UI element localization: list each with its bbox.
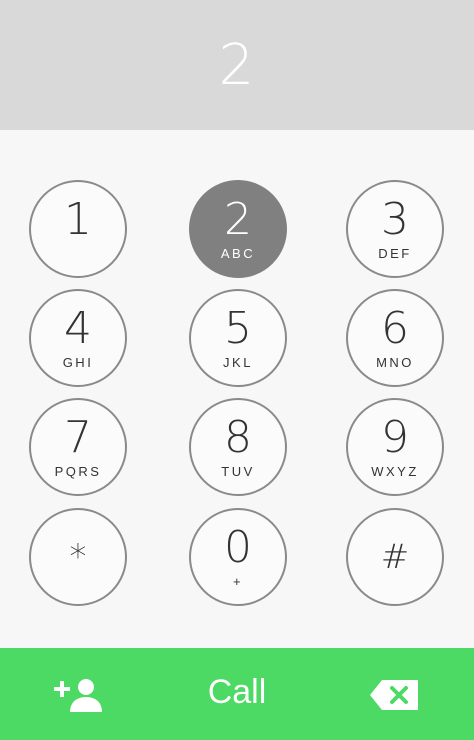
key-letters: PQRS — [54, 464, 102, 479]
keypad: 1 2 ABC 3 DEF 4 GHI 5 JKL 6 MNO 7 PQRS 8… — [0, 130, 474, 646]
key-digit: 6 — [381, 303, 409, 354]
key-letters: JKL — [223, 355, 253, 370]
key-letters: ABC — [220, 246, 256, 261]
key-star[interactable]: * — [29, 508, 127, 606]
key-letters: WXYZ — [371, 464, 419, 479]
key-digit: 5 — [224, 303, 252, 354]
key-letters: + — [232, 574, 244, 589]
call-bar: Call — [0, 648, 474, 740]
key-4[interactable]: 4 GHI — [29, 289, 127, 387]
key-letters: GHI — [62, 355, 94, 370]
key-digit: 2 — [224, 194, 252, 245]
key-letters: TUV — [221, 464, 255, 479]
key-7[interactable]: 7 PQRS — [29, 398, 127, 496]
key-1[interactable]: 1 — [29, 180, 127, 278]
key-letters: DEF — [378, 246, 412, 261]
hash-symbol: # — [380, 537, 410, 577]
key-digit: 8 — [224, 412, 252, 463]
number-display: 2 — [0, 0, 474, 130]
star-symbol: * — [69, 537, 87, 577]
key-digit: 7 — [64, 412, 92, 463]
key-digit: 0 — [224, 522, 252, 573]
key-8[interactable]: 8 TUV — [189, 398, 287, 496]
key-hash[interactable]: # — [346, 508, 444, 606]
key-letters: MNO — [376, 355, 414, 370]
key-6[interactable]: 6 MNO — [346, 289, 444, 387]
dialed-number: 2 — [218, 32, 256, 98]
key-digit: 9 — [381, 412, 409, 463]
key-digit: 1 — [64, 194, 92, 245]
key-9[interactable]: 9 WXYZ — [346, 398, 444, 496]
key-2[interactable]: 2 ABC — [189, 180, 287, 278]
key-0[interactable]: 0 + — [189, 508, 287, 606]
key-digit: 3 — [381, 194, 409, 245]
key-5[interactable]: 5 JKL — [189, 289, 287, 387]
backspace-icon[interactable] — [368, 678, 420, 712]
key-digit: 4 — [64, 303, 92, 354]
key-3[interactable]: 3 DEF — [346, 180, 444, 278]
